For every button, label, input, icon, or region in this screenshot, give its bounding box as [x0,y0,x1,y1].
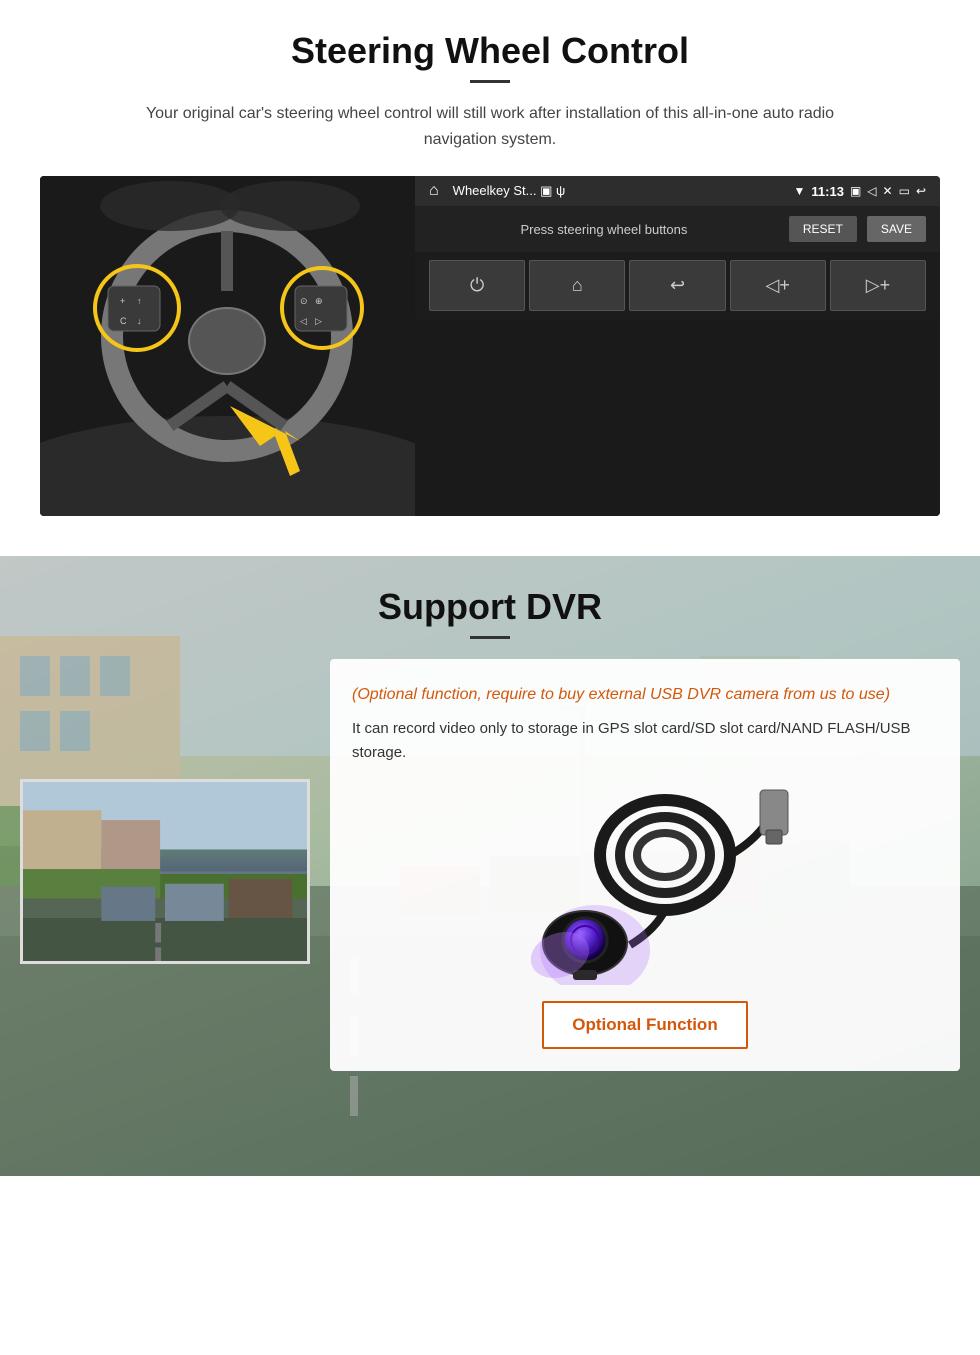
svg-text:◁: ◁ [300,316,307,326]
statusbar-time: 11:13 [811,184,844,199]
steering-wheel-bg: + ↑ C ↓ ⊙ ⊕ ◁ ▷ [40,176,415,516]
dvr-info-box: (Optional function, require to buy exter… [330,659,960,1071]
svg-text:↑: ↑ [137,296,142,306]
camera-status-icon: ▣ [850,184,861,198]
steering-title: Steering Wheel Control [40,30,940,72]
swc-buttons-row: ⏻ ⌂ ↩ ◁+ ▷+ [415,252,940,319]
title-divider-1 [470,80,510,83]
dvr-cam-inner [23,782,307,961]
dvr-product-image [352,785,938,985]
dvr-cam-view-svg [23,779,307,964]
android-panel-empty [415,319,940,516]
steering-photo: + ↑ C ↓ ⊙ ⊕ ◁ ▷ [40,176,415,516]
swc-vol-down-button[interactable]: ◁+ [730,260,826,311]
swc-home-button[interactable]: ⌂ [529,260,625,311]
dvr-lower-layout: (Optional function, require to buy exter… [0,659,980,1071]
dvr-content-overlay: Support DVR [0,556,980,1101]
dvr-optional-notice: (Optional function, require to buy exter… [352,683,938,707]
svg-text:⊕: ⊕ [315,296,323,306]
close-status-icon: ✕ [883,184,893,198]
statusbar-app-title: Wheelkey St... ▣ ψ [453,183,786,199]
android-statusbar: ⌂ Wheelkey St... ▣ ψ ▼ 11:13 ▣ ◁ ✕ ▭ ↩ [415,176,940,206]
steering-composite: + ↑ C ↓ ⊙ ⊕ ◁ ▷ [40,176,940,516]
dvr-section: Support DVR [0,556,980,1176]
window-status-icon: ▭ [899,184,910,198]
wifi-icon: ▼ [794,184,806,198]
svg-text:C: C [120,316,127,326]
optional-function-btn-row: Optional Function [352,1001,938,1049]
swc-instruction-label: Press steering wheel buttons [429,222,779,237]
dvr-cam-screenshot [20,779,310,964]
android-panel: ⌂ Wheelkey St... ▣ ψ ▼ 11:13 ▣ ◁ ✕ ▭ ↩ P… [415,176,940,516]
optional-function-button[interactable]: Optional Function [542,1001,747,1049]
dvr-title: Support DVR [378,586,602,628]
back-status-icon: ↩ [916,184,926,198]
dvr-product-svg [465,785,825,985]
dvr-description-text: It can record video only to storage in G… [352,717,938,765]
statusbar-icons: ▼ 11:13 ▣ ◁ ✕ ▭ ↩ [794,184,926,199]
steering-subtitle: Your original car's steering wheel contr… [140,101,840,152]
home-icon: ⌂ [429,182,439,200]
sound-status-icon: ◁ [867,184,876,198]
svg-text:↓: ↓ [137,316,142,326]
title-divider-2 [470,636,510,639]
svg-text:⊙: ⊙ [300,296,308,306]
steering-wheel-svg: + ↑ C ↓ ⊙ ⊕ ◁ ▷ [40,176,415,516]
save-button[interactable]: SAVE [867,216,926,242]
swc-back-button[interactable]: ↩ [629,260,725,311]
steering-wheel-section: Steering Wheel Control Your original car… [0,0,980,556]
swc-header: Press steering wheel buttons RESET SAVE [415,206,940,252]
svg-text:+: + [120,296,125,306]
swc-vol-up-button[interactable]: ▷+ [830,260,926,311]
swc-power-button[interactable]: ⏻ [429,260,525,311]
svg-text:▷: ▷ [315,316,322,326]
reset-button[interactable]: RESET [789,216,857,242]
